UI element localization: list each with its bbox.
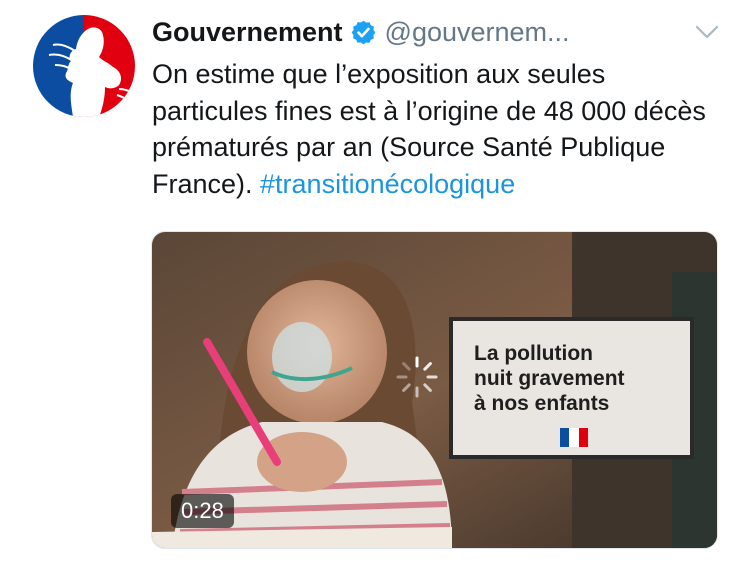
video-player[interactable]: La pollution nuit gravement à nos enfant…	[151, 231, 718, 549]
marianne-logo	[33, 15, 135, 117]
card-text: La pollution nuit gravement à nos enfant…	[474, 341, 694, 416]
author-handle[interactable]: @gouvernem...	[385, 17, 570, 48]
author-name[interactable]: Gouvernement	[152, 17, 343, 48]
tweet-header: Gouvernement @gouvernem...	[152, 12, 692, 52]
verified-badge-icon	[351, 20, 375, 44]
chevron-down-icon[interactable]	[693, 21, 721, 43]
loading-spinner-icon	[396, 356, 438, 398]
french-flag-icon	[560, 428, 588, 447]
video-duration-badge: 0:28	[171, 494, 234, 528]
card-line-3: à nos enfants	[474, 392, 610, 415]
message-card: La pollution nuit gravement à nos enfant…	[449, 317, 694, 459]
author-avatar[interactable]	[33, 15, 135, 117]
tweet-text: On estime que l’exposition aux seules pa…	[152, 56, 722, 202]
hashtag-link[interactable]: #transitionécologique	[260, 169, 515, 199]
card-line-2: nuit gravement	[474, 367, 625, 390]
card-line-1: La pollution	[474, 342, 593, 365]
